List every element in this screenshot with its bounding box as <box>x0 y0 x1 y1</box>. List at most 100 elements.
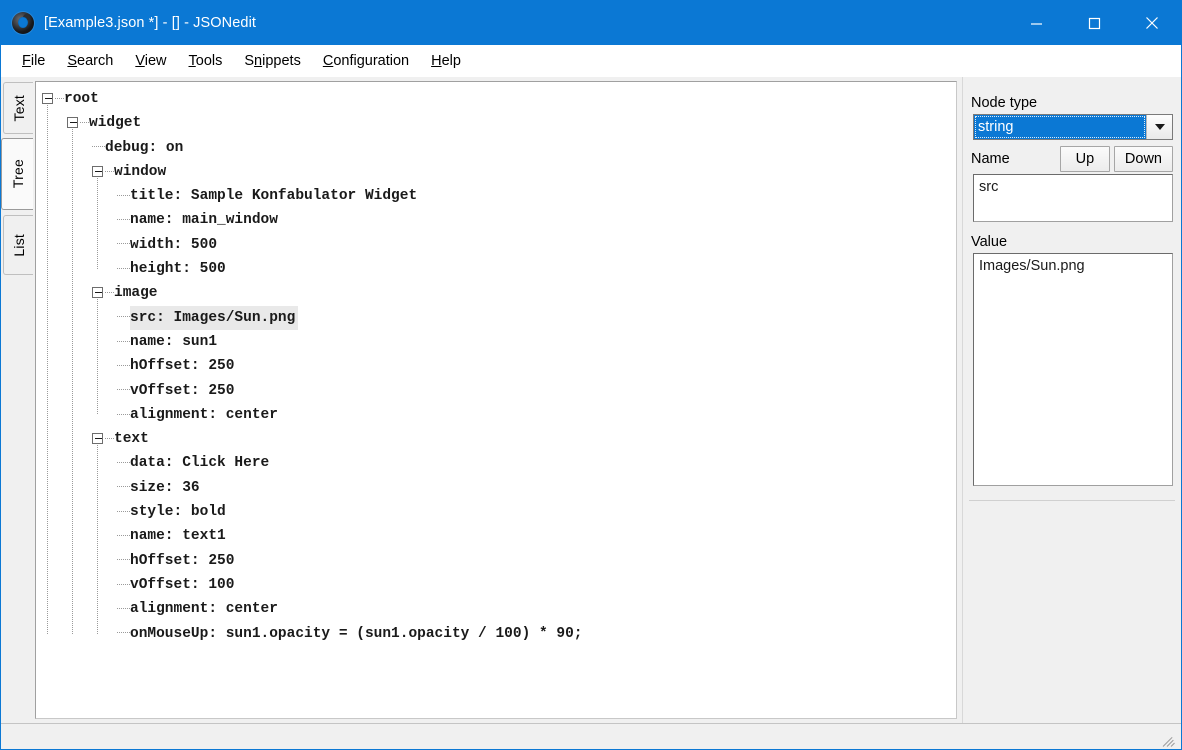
tree-connector-line <box>117 336 130 347</box>
tree-leaf-row[interactable]: style: bold <box>42 501 956 525</box>
tree-connector-line <box>92 141 105 152</box>
tree-leaf-row[interactable]: height: 500 <box>42 258 956 282</box>
json-tree: root widget debug: on window title: Sample K… <box>42 88 956 647</box>
tab-list-label: List <box>10 233 27 257</box>
tree-node-label: src: Images/Sun.png <box>130 305 299 330</box>
tree-connector-line <box>117 263 130 274</box>
json-tree-panel[interactable]: root widget debug: on window title: Sample K… <box>35 81 957 719</box>
tab-text[interactable]: Text <box>3 82 33 134</box>
window-controls <box>1007 1 1181 45</box>
tab-text-label: Text <box>10 94 27 122</box>
tree-node-label: vOffset: 250 <box>130 382 235 399</box>
value-label: Value <box>971 234 1008 250</box>
tree-leaf-row[interactable]: alignment: center <box>42 598 956 622</box>
tree-node-label: vOffset: 100 <box>130 576 235 593</box>
menu-item-file[interactable]: File <box>11 50 56 72</box>
tree-connector-line <box>117 457 130 468</box>
menu-item-configuration[interactable]: Configuration <box>312 50 420 72</box>
tree-node-label: debug: on <box>105 139 184 156</box>
tree-node-label: hOffset: 250 <box>130 358 235 375</box>
tree-node-label: alignment: center <box>130 601 278 618</box>
tree-connector-line <box>117 530 130 541</box>
collapse-toggle-icon[interactable] <box>42 92 53 104</box>
tree-branch-row[interactable]: window <box>42 161 956 185</box>
close-button[interactable] <box>1123 1 1181 45</box>
tree-connector-line <box>55 93 64 104</box>
tree-leaf-row[interactable]: debug: on <box>42 137 956 161</box>
tree-connector-line <box>117 238 130 249</box>
tree-leaf-row[interactable]: width: 500 <box>42 234 956 258</box>
move-down-button[interactable]: Down <box>1113 146 1173 172</box>
resize-grip-icon[interactable] <box>1162 733 1177 747</box>
tree-branch-row[interactable]: root <box>42 88 956 112</box>
node-type-label: Node type <box>971 95 1038 111</box>
tree-node-label: text <box>114 431 149 448</box>
node-type-combobox-field[interactable]: string <box>974 115 1146 139</box>
tree-leaf-row[interactable]: src: Images/Sun.png <box>42 305 956 331</box>
tree-leaf-row[interactable]: vOffset: 100 <box>42 574 956 598</box>
name-input[interactable]: src <box>973 174 1173 222</box>
tree-leaf-row[interactable]: hOffset: 250 <box>42 550 956 574</box>
name-label: Name <box>971 151 1010 167</box>
window-title: [Example3.json *] - [] - JSONedit <box>44 15 257 31</box>
tree-connector-line <box>117 481 130 492</box>
tree-leaf-row[interactable]: name: text1 <box>42 525 956 549</box>
tree-node-label: window <box>114 163 167 180</box>
collapse-toggle-icon[interactable] <box>92 432 103 444</box>
tree-connector-line <box>117 214 130 225</box>
tree-branch-row[interactable]: image <box>42 282 956 306</box>
tree-connector-line <box>105 433 114 444</box>
tree-connector-line <box>117 627 130 638</box>
node-properties-panel: Node type string Name Up Down src Value … <box>962 77 1181 723</box>
name-row: Name Up Down <box>971 146 1173 172</box>
tree-node-label: height: 500 <box>130 261 226 278</box>
tab-list[interactable]: List <box>3 215 33 275</box>
tree-connector-line <box>117 603 130 614</box>
tree-node-label: style: bold <box>130 504 226 521</box>
tree-node-label: onMouseUp: sun1.opacity = (sun1.opacity … <box>130 625 583 642</box>
collapse-toggle-icon[interactable] <box>67 116 78 128</box>
tree-connector-line <box>105 166 114 177</box>
move-up-button[interactable]: Up <box>1059 146 1110 172</box>
tree-leaf-row[interactable]: name: main_window <box>42 209 956 233</box>
tree-branch-row[interactable]: widget <box>42 112 956 136</box>
menu-item-tools[interactable]: Tools <box>178 50 234 72</box>
value-input[interactable]: Images/Sun.png <box>973 253 1173 486</box>
collapse-toggle-icon[interactable] <box>92 287 103 299</box>
menu-item-search[interactable]: Search <box>56 50 124 72</box>
menu-item-help[interactable]: Help <box>420 50 472 72</box>
tree-leaf-row[interactable]: onMouseUp: sun1.opacity = (sun1.opacity … <box>42 623 956 647</box>
tree-node-label: title: Sample Konfabulator Widget <box>130 188 418 205</box>
tree-leaf-row[interactable]: name: sun1 <box>42 331 956 355</box>
tree-leaf-row[interactable]: alignment: center <box>42 404 956 428</box>
tree-branch-row[interactable]: text <box>42 428 956 452</box>
main-content: Text Tree List root widget debug: on window… <box>1 77 1181 723</box>
menu-item-snippets[interactable]: Snippets <box>233 50 311 72</box>
tree-node-label: image <box>114 285 158 302</box>
tree-leaf-row[interactable]: title: Sample Konfabulator Widget <box>42 185 956 209</box>
tree-connector-line <box>117 190 130 201</box>
tree-node-label: name: sun1 <box>130 333 218 350</box>
collapse-toggle-icon[interactable] <box>92 165 103 177</box>
tree-node-label: size: 36 <box>130 479 200 496</box>
tree-leaf-row[interactable]: data: Click Here <box>42 452 956 476</box>
tab-tree[interactable]: Tree <box>1 138 33 210</box>
tree-node-label: hOffset: 250 <box>130 552 235 569</box>
tab-tree-label: Tree <box>9 159 26 189</box>
tree-leaf-row[interactable]: hOffset: 250 <box>42 355 956 379</box>
minimize-button[interactable] <box>1007 1 1065 45</box>
title-bar: [Example3.json *] - [] - JSONedit <box>1 1 1181 45</box>
tree-node-label: name: main_window <box>130 212 278 229</box>
tree-node-label: widget <box>89 115 142 132</box>
maximize-button[interactable] <box>1065 1 1123 45</box>
menu-item-view[interactable]: View <box>124 50 177 72</box>
menu-bar: File Search View Tools Snippets Configur… <box>1 45 1181 77</box>
tree-leaf-row[interactable]: vOffset: 250 <box>42 380 956 404</box>
tree-connector-line <box>117 554 130 565</box>
tree-connector-line <box>117 360 130 371</box>
node-type-combobox[interactable]: string <box>973 114 1173 140</box>
tree-leaf-row[interactable]: size: 36 <box>42 477 956 501</box>
tree-node-label: name: text1 <box>130 528 226 545</box>
chevron-down-icon[interactable] <box>1146 115 1172 139</box>
tree-connector-line <box>80 117 89 128</box>
